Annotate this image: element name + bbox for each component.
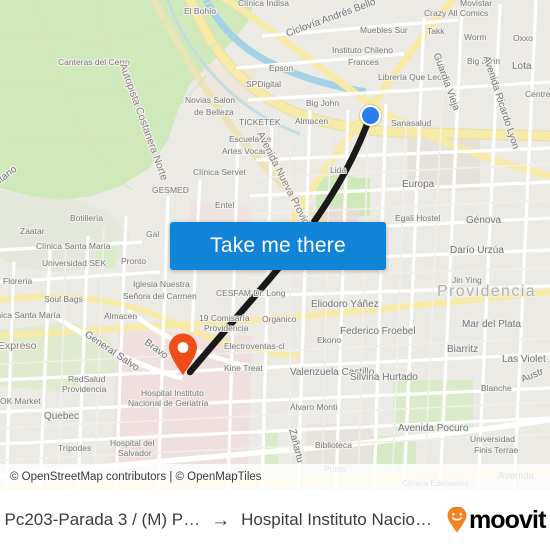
origin-marker[interactable]	[360, 105, 381, 126]
moovit-wordmark: moovit	[468, 505, 546, 534]
route-arrow-icon: →	[211, 509, 231, 531]
moovit-logo: moovit	[446, 507, 546, 533]
map-attribution: © OpenStreetMap contributors | © OpenMap…	[0, 464, 550, 490]
take-me-there-button[interactable]: Take me there	[170, 222, 386, 270]
route-summary-bar: Pc203-Parada 3 / (M) P… → Hospital Insti…	[0, 490, 550, 550]
route-origin-label: Pc203-Parada 3 / (M) P…	[4, 510, 201, 529]
moovit-map-screen: Providencia El Bohío Clínica Indisa Crazy A…	[0, 0, 550, 550]
moovit-pin-icon	[447, 507, 467, 533]
route-destination-label: Hospital Instituto Nacio…	[241, 510, 432, 529]
map-canvas[interactable]: Providencia El Bohío Clínica Indisa Crazy A…	[0, 0, 550, 490]
destination-marker[interactable]	[166, 332, 200, 376]
